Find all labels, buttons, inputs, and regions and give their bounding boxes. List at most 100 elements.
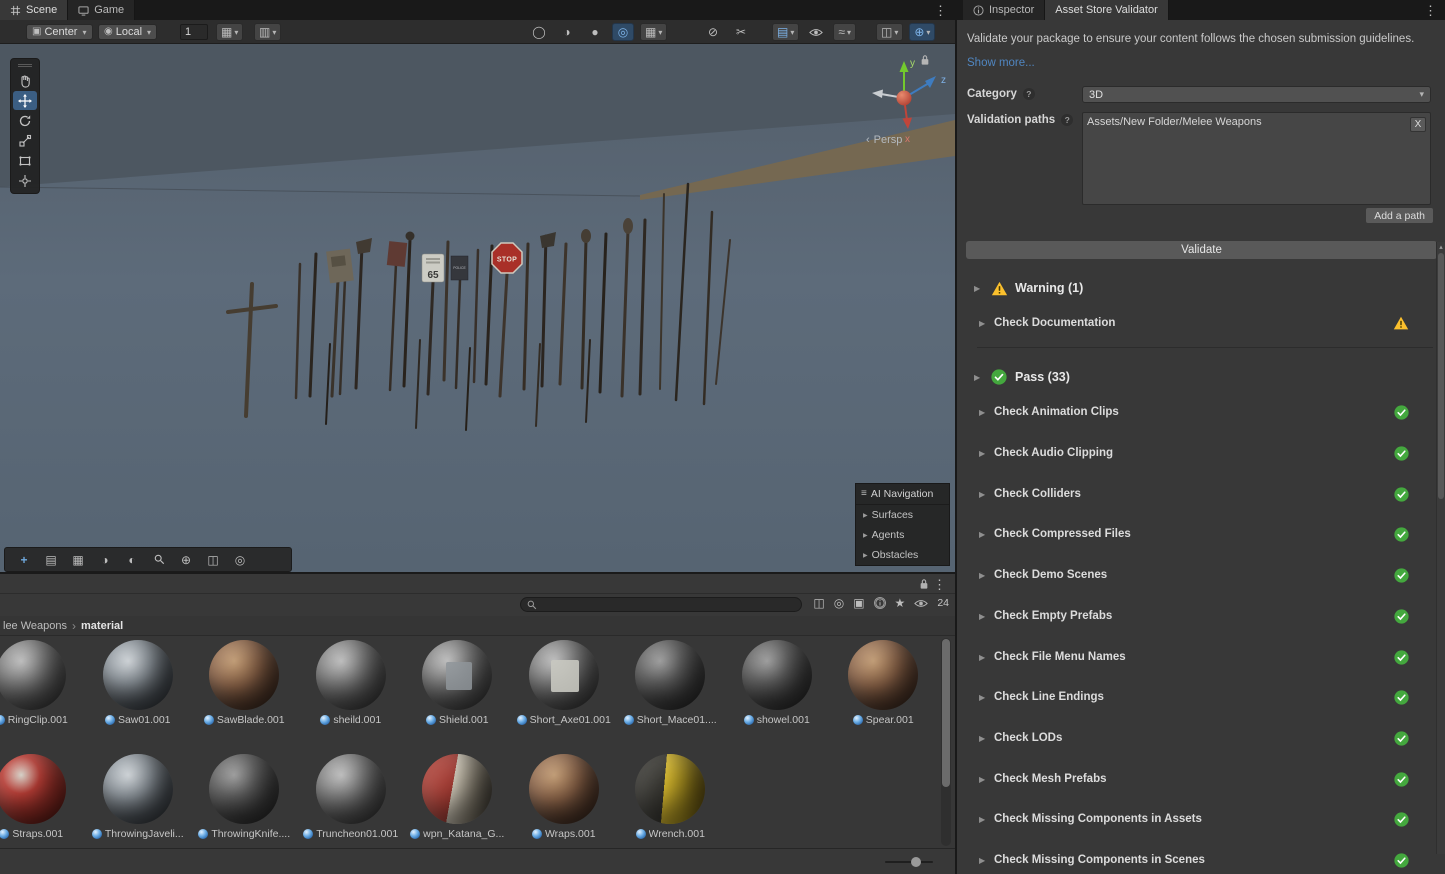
grid-overlay-button[interactable]: ▦ — [67, 551, 89, 568]
move-overlay-button[interactable]: ⊕ — [175, 551, 197, 568]
validator-scrollbar[interactable]: ▴ — [1436, 242, 1445, 854]
tab-asset-store-validator[interactable]: Asset Store Validator — [1045, 0, 1169, 20]
asset-thumbnail[interactable]: Truncheon01.001 — [298, 754, 405, 840]
grid-visibility-button[interactable]: ▦ ▾ — [216, 23, 243, 41]
expander-icon[interactable]: ▶ — [979, 490, 985, 499]
pivot-dropdown[interactable]: ▣ Center ▾ — [26, 24, 93, 40]
project-scrollbar[interactable] — [941, 638, 951, 846]
gizmo-lock-icon[interactable] — [920, 54, 930, 69]
check-item-row[interactable]: ▶Check Compressed Files — [957, 525, 1437, 543]
asset-thumbnail[interactable]: sheild.001 — [298, 640, 405, 726]
hidden-objects-button[interactable]: ⊘ — [702, 23, 724, 41]
remove-path-button[interactable]: X — [1410, 117, 1426, 132]
check-item-row[interactable]: ▶Check LODs — [957, 729, 1437, 747]
view-hand-tool-button[interactable] — [13, 71, 37, 90]
asset-thumbnail[interactable]: ThrowingJaveli... — [85, 754, 192, 840]
expander-icon[interactable]: ▶ — [974, 284, 980, 293]
filter-by-type-icon[interactable]: ◎ — [834, 597, 844, 609]
orientation-dropdown[interactable]: ◉ Local ▾ — [98, 24, 157, 40]
expander-icon[interactable]: ▶ — [979, 319, 985, 328]
zoom-tool-button[interactable] — [148, 551, 170, 568]
info-icon[interactable] — [874, 597, 886, 609]
grid-size-input[interactable] — [180, 24, 208, 40]
expander-icon[interactable]: ▶ — [979, 449, 985, 458]
inspector-menu-kebab-icon[interactable]: ⋮ — [1424, 4, 1437, 17]
rect-tool-button[interactable] — [13, 151, 37, 170]
search-input[interactable] — [541, 598, 795, 612]
asset-thumbnail[interactable]: wpn_Katana_G... — [404, 754, 511, 840]
shaded-wireframe-button[interactable]: ◯ — [528, 23, 550, 41]
expander-icon[interactable]: ▶ — [979, 571, 985, 580]
shading-sphere-button[interactable]: ◑ — [94, 551, 116, 568]
rendering-debug-button[interactable]: ◎ — [612, 23, 634, 41]
check-item-row[interactable]: ▶Check Line Endings — [957, 688, 1437, 706]
check-item-row[interactable]: ▶Check Missing Components in Assets — [957, 810, 1437, 828]
move-tool-button[interactable] — [13, 91, 37, 110]
add-path-button[interactable]: Add a path — [1366, 208, 1433, 223]
scene-visibility-button[interactable] — [805, 23, 827, 41]
tab-inspector[interactable]: Inspector — [963, 0, 1045, 20]
slider-knob[interactable] — [911, 857, 921, 867]
asset-thumbnail[interactable]: Shield.001 — [404, 640, 511, 726]
scroll-up-arrow-icon[interactable]: ▴ — [1437, 243, 1445, 251]
asset-thumbnail[interactable]: Straps.001 — [0, 754, 85, 840]
snap-settings-button[interactable]: ▥ ▾ — [254, 23, 281, 41]
expander-icon[interactable]: ▶ — [979, 693, 985, 702]
scrollbar-thumb[interactable] — [1438, 253, 1444, 499]
layers-dropdown-button[interactable]: ▤ ▾ — [772, 23, 799, 41]
favorites-star-icon[interactable]: ★ — [895, 597, 906, 609]
compass-button[interactable]: ◎ — [229, 551, 251, 568]
expander-icon[interactable]: ▶ — [974, 373, 980, 382]
check-item-row[interactable]: ▶Check Audio Clipping — [957, 444, 1437, 462]
search-in-packages-icon[interactable]: ◫ — [813, 597, 824, 609]
expander-icon[interactable]: ▶ — [979, 408, 985, 417]
validation-path-row[interactable]: Assets/New Folder/Melee Weapons — [1083, 113, 1430, 131]
expander-icon[interactable]: ▶ — [979, 775, 985, 784]
check-item-row[interactable]: ▶Check Animation Clips — [957, 403, 1437, 421]
lighting-toggle-button[interactable]: ● — [584, 23, 606, 41]
validate-button[interactable]: Validate — [966, 241, 1437, 259]
check-item-row[interactable]: ▶Check Demo Scenes — [957, 566, 1437, 584]
nav-item-obstacles[interactable]: ▶ Obstacles — [856, 545, 949, 565]
scene-camera-button[interactable]: ⊕ ▾ — [909, 23, 935, 41]
asset-thumbnail[interactable]: ThrowingKnife.... — [191, 754, 298, 840]
asset-thumbnail[interactable]: RingClip.001 — [0, 640, 85, 726]
layers-overlay-button[interactable]: ◫ — [202, 551, 224, 568]
check-item-row[interactable]: ▶Check Mesh Prefabs — [957, 770, 1437, 788]
category-help-icon[interactable]: ? — [1023, 88, 1035, 100]
scene-viewport[interactable]: 65 POLICE STOP y — [0, 44, 955, 572]
shading-mode-button[interactable]: ◑ — [556, 23, 578, 41]
asset-thumbnail[interactable]: Spear.001 — [830, 640, 937, 726]
split-view-button[interactable]: ◫ ▾ — [876, 23, 903, 41]
breadcrumb-parent[interactable]: lee Weapons — [3, 620, 67, 632]
overlay-drag-handle[interactable] — [18, 64, 32, 67]
check-item-row[interactable]: ▶Check File Menu Names — [957, 648, 1437, 666]
project-menu-kebab-icon[interactable]: ⋮ — [933, 578, 946, 591]
expander-icon[interactable]: ▶ — [979, 856, 985, 865]
project-search-field[interactable] — [520, 597, 802, 612]
asset-thumbnail[interactable]: SawBlade.001 — [191, 640, 298, 726]
asset-thumbnail[interactable]: Wraps.001 — [511, 754, 618, 840]
tab-game[interactable]: Game — [68, 0, 135, 20]
nav-item-surfaces[interactable]: ▶ Surfaces — [856, 505, 949, 525]
effects-dropdown-button[interactable]: ▦ ▾ — [640, 23, 667, 41]
lock-icon[interactable] — [919, 578, 929, 593]
pass-section-header[interactable]: ▶ Pass (33) — [957, 368, 1437, 386]
ai-navigation-header[interactable]: ≡ AI Navigation — [856, 484, 949, 505]
check-item-row[interactable]: ▶Check Colliders — [957, 485, 1437, 503]
cutting-tool-button[interactable]: ✂ — [730, 23, 752, 41]
paint-tool-button[interactable]: ◐ — [121, 551, 143, 568]
check-item-row[interactable]: ▶Check Empty Prefabs — [957, 607, 1437, 625]
filter-by-label-icon[interactable]: ▣ — [853, 597, 864, 609]
expander-icon[interactable]: ▶ — [979, 815, 985, 824]
rotate-tool-button[interactable] — [13, 111, 37, 130]
scrollbar-thumb[interactable] — [942, 639, 950, 787]
nav-item-agents[interactable]: ▶ Agents — [856, 525, 949, 545]
category-dropdown[interactable]: 3D ▾ — [1082, 86, 1431, 103]
expander-icon[interactable]: ▶ — [979, 734, 985, 743]
asset-thumbnail[interactable]: Short_Axe01.001 — [511, 640, 618, 726]
asset-thumbnail[interactable]: Saw01.001 — [85, 640, 192, 726]
warning-section-header[interactable]: ▶ Warning (1) — [957, 279, 1437, 297]
projection-toggle[interactable]: ‹ Persp — [866, 134, 902, 146]
asset-thumbnail[interactable]: Wrench.001 — [617, 754, 724, 840]
